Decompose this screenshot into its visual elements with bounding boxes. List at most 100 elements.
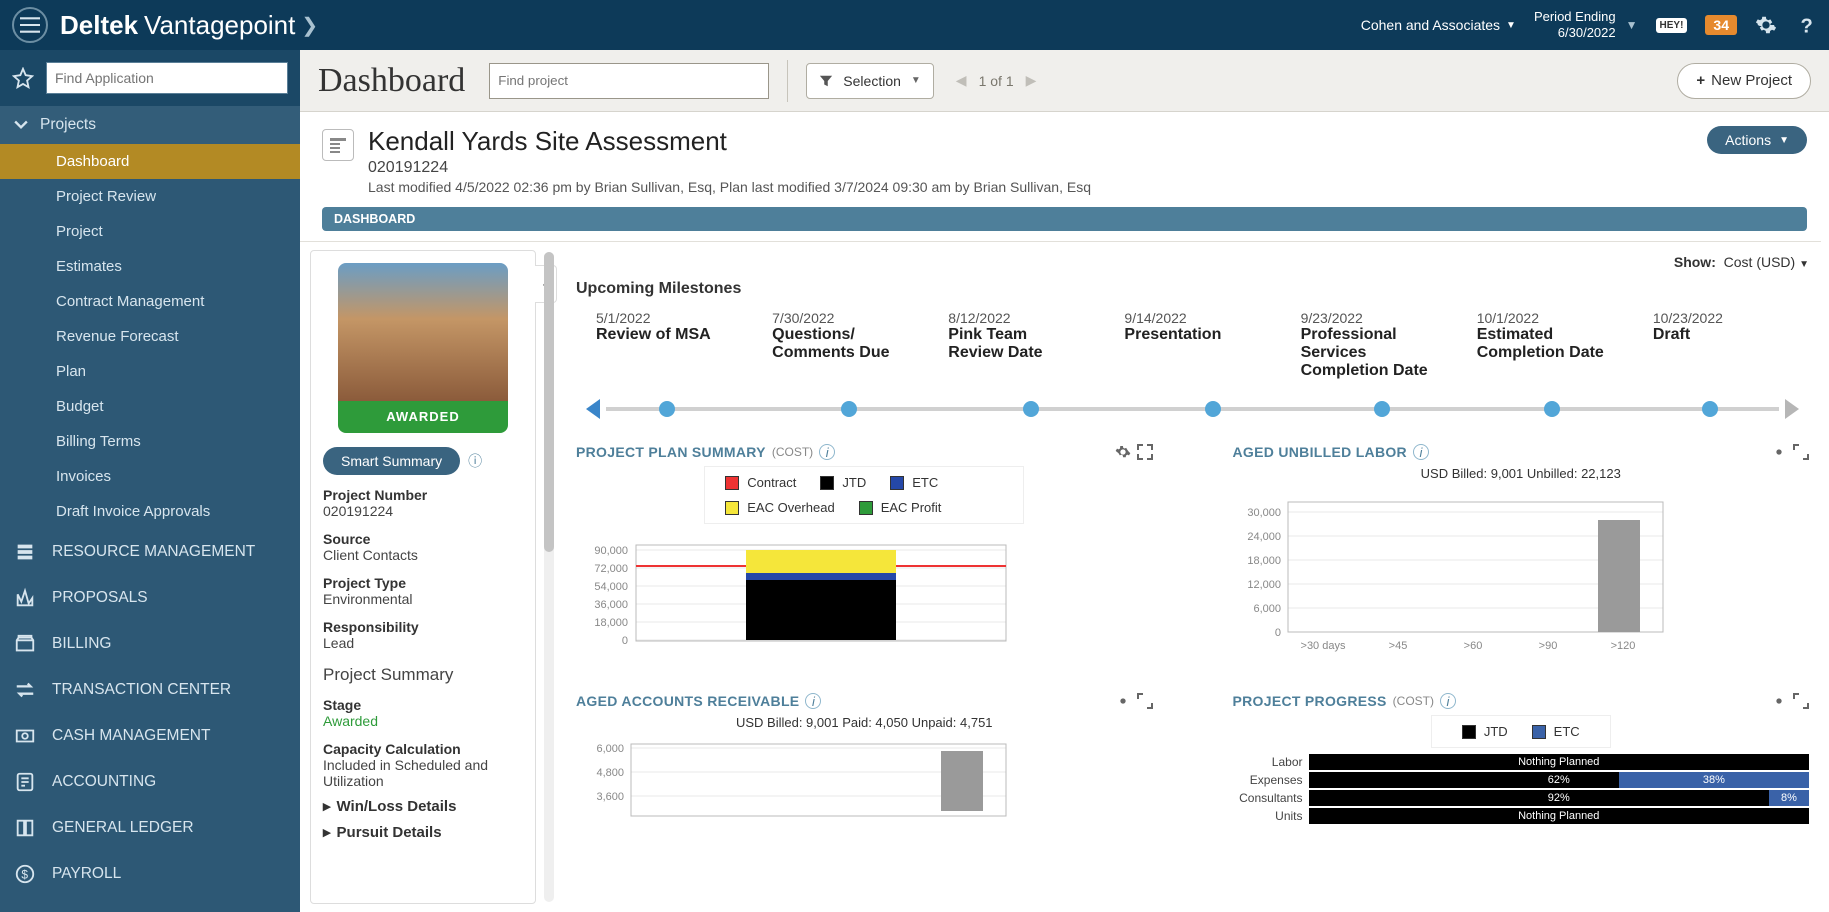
card-project-progress: PROJECT PROGRESS (COST) i JTD ETC LaborN… [1233, 693, 1810, 829]
info-icon[interactable]: i [1440, 693, 1456, 709]
milestone-item: 7/30/2022Questions/ Comments Due [772, 310, 908, 380]
pursuit-expand[interactable]: ▸Pursuit Details [323, 823, 523, 841]
sidebar-item-plan[interactable]: Plan [0, 354, 300, 389]
ar-status: USD Billed: 9,001 Paid: 4,050 Unpaid: 4,… [576, 715, 1153, 730]
milestone-item: 5/1/2022Review of MSA [596, 310, 732, 380]
selection-dropdown[interactable]: Selection ▼ [806, 63, 934, 99]
expand-icon[interactable] [1793, 444, 1809, 460]
milestone-timeline[interactable] [586, 394, 1799, 424]
gear-icon[interactable] [1755, 14, 1777, 36]
nav-general-ledger[interactable]: GENERAL LEDGER [0, 805, 300, 851]
svg-text:30,000: 30,000 [1247, 507, 1281, 519]
find-project-input[interactable] [489, 63, 769, 99]
gear-icon[interactable] [1771, 693, 1787, 709]
svg-text:3,600: 3,600 [596, 791, 624, 803]
nav-prev[interactable]: ◀ [952, 68, 971, 93]
label-responsibility: Responsibility [323, 619, 523, 635]
nav-transaction-center[interactable]: TRANSACTION CENTER [0, 667, 300, 713]
label-project-number: Project Number [323, 487, 523, 503]
project-header: Kendall Yards Site Assessment 020191224 … [300, 112, 1829, 205]
nav-billing[interactable]: BILLING [0, 621, 300, 667]
toolbar: Dashboard Selection ▼ ◀ 1 of 1 ▶ + New P… [300, 50, 1829, 112]
milestone-item: 8/12/2022Pink Team Review Date [948, 310, 1084, 380]
nav-cash-management[interactable]: CASH MANAGEMENT [0, 713, 300, 759]
expand-icon[interactable] [1137, 693, 1153, 709]
sidebar-item-billing-terms[interactable]: Billing Terms [0, 424, 300, 459]
label-stage: Stage [323, 697, 523, 713]
nav-proposals[interactable]: PROPOSALS [0, 575, 300, 621]
sidebar-item-revenue-forecast[interactable]: Revenue Forecast [0, 319, 300, 354]
sidebar-item-dashboard[interactable]: Dashboard [0, 144, 300, 179]
main: Dashboard Selection ▼ ◀ 1 of 1 ▶ + New P… [300, 50, 1829, 912]
sidebar-item-project-review[interactable]: Project Review [0, 179, 300, 214]
sidebar-item-draft-invoice-approvals[interactable]: Draft Invoice Approvals [0, 494, 300, 529]
svg-text:18,000: 18,000 [594, 617, 628, 629]
hamburger-icon [20, 17, 40, 33]
notification-count[interactable]: 34 [1705, 15, 1737, 35]
page-title: Dashboard [318, 62, 465, 100]
svg-text:>30 days: >30 days [1300, 640, 1345, 652]
svg-text:0: 0 [1274, 627, 1280, 639]
card-title: AGED ACCOUNTS RECEIVABLE [576, 693, 799, 709]
timeline-prev[interactable] [586, 399, 600, 419]
timeline-next[interactable] [1785, 399, 1799, 419]
hamburger-menu[interactable] [12, 7, 48, 43]
sidebar-item-contract-management[interactable]: Contract Management [0, 284, 300, 319]
card-title: PROJECT PLAN SUMMARY [576, 444, 766, 460]
actions-dropdown[interactable]: Actions ▼ [1707, 126, 1807, 154]
expand-icon[interactable] [1137, 444, 1153, 460]
project-name: Kendall Yards Site Assessment [368, 126, 1693, 157]
sidebar-item-project[interactable]: Project [0, 214, 300, 249]
svg-text:>120: >120 [1610, 640, 1635, 652]
info-icon[interactable]: i [1413, 444, 1429, 460]
caret-down-icon: ▼ [1506, 20, 1516, 31]
scrollbar[interactable] [544, 252, 554, 902]
topbar: Deltek Vantagepoint ❯ Cohen and Associat… [0, 0, 1829, 50]
svg-text:6,000: 6,000 [1253, 603, 1281, 615]
charts-area: Show: Cost (USD) ▼ Upcoming Milestones 5… [536, 242, 1829, 912]
smart-summary-button[interactable]: Smart Summary [323, 447, 460, 475]
info-icon[interactable]: i [819, 444, 835, 460]
nav-next[interactable]: ▶ [1022, 68, 1041, 93]
value-stage: Awarded [323, 713, 523, 729]
milestone-item: 10/23/2022Draft [1653, 310, 1789, 380]
org-dropdown[interactable]: Cohen and Associates ▼ [1361, 17, 1516, 33]
card-plan-summary: PROJECT PLAN SUMMARY (COST) i Contract J… [576, 444, 1153, 663]
gear-icon[interactable] [1771, 444, 1787, 460]
value-project-number: 020191224 [323, 503, 523, 519]
milestones-heading: Upcoming Milestones [576, 280, 1809, 298]
status-badge: AWARDED [338, 401, 508, 433]
hey-badge[interactable]: HEY! [1656, 18, 1688, 33]
show-selector[interactable]: Show: Cost (USD) ▼ [576, 250, 1809, 274]
sidebar-item-invoices[interactable]: Invoices [0, 459, 300, 494]
info-icon[interactable]: i [805, 693, 821, 709]
sidebar-item-estimates[interactable]: Estimates [0, 249, 300, 284]
help-icon[interactable]: ? [1795, 14, 1817, 36]
svg-text:>90: >90 [1538, 640, 1557, 652]
period-dropdown[interactable]: Period Ending 6/30/2022 ▼ [1534, 9, 1638, 40]
nav-payroll[interactable]: $PAYROLL [0, 851, 300, 897]
expand-icon[interactable] [1793, 693, 1809, 709]
nav-accounting[interactable]: ACCOUNTING [0, 759, 300, 805]
progress-row: UnitsNothing Planned [1233, 808, 1810, 824]
info-icon[interactable]: ⓘ [468, 451, 482, 471]
value-project-type: Environmental [323, 591, 523, 607]
gear-icon[interactable] [1115, 693, 1131, 709]
plan-chart: 018,00036,00054,00072,00090,000 [576, 530, 1016, 660]
gear-icon[interactable] [1115, 444, 1131, 460]
sidebar-item-budget[interactable]: Budget [0, 389, 300, 424]
new-project-button[interactable]: + New Project [1677, 63, 1811, 99]
plan-legend: Contract JTD ETC EAC Overhead EAC Profit [704, 466, 1024, 524]
nav-resource-management[interactable]: RESOURCE MANAGEMENT [0, 529, 300, 575]
winloss-expand[interactable]: ▸Win/Loss Details [323, 797, 523, 815]
progress-row: LaborNothing Planned [1233, 754, 1810, 770]
dashboard-chip[interactable]: DASHBOARD [322, 207, 1807, 231]
project-summary-heading: Project Summary [323, 665, 523, 685]
svg-text:0: 0 [622, 635, 628, 647]
svg-text:>45: >45 [1388, 640, 1407, 652]
progress-row: Expenses38%62% [1233, 772, 1810, 788]
nav-section-projects[interactable]: Projects [0, 106, 300, 144]
caret-down-icon: ▼ [1799, 259, 1809, 270]
find-application-input[interactable] [46, 62, 288, 94]
star-icon[interactable] [12, 67, 34, 89]
